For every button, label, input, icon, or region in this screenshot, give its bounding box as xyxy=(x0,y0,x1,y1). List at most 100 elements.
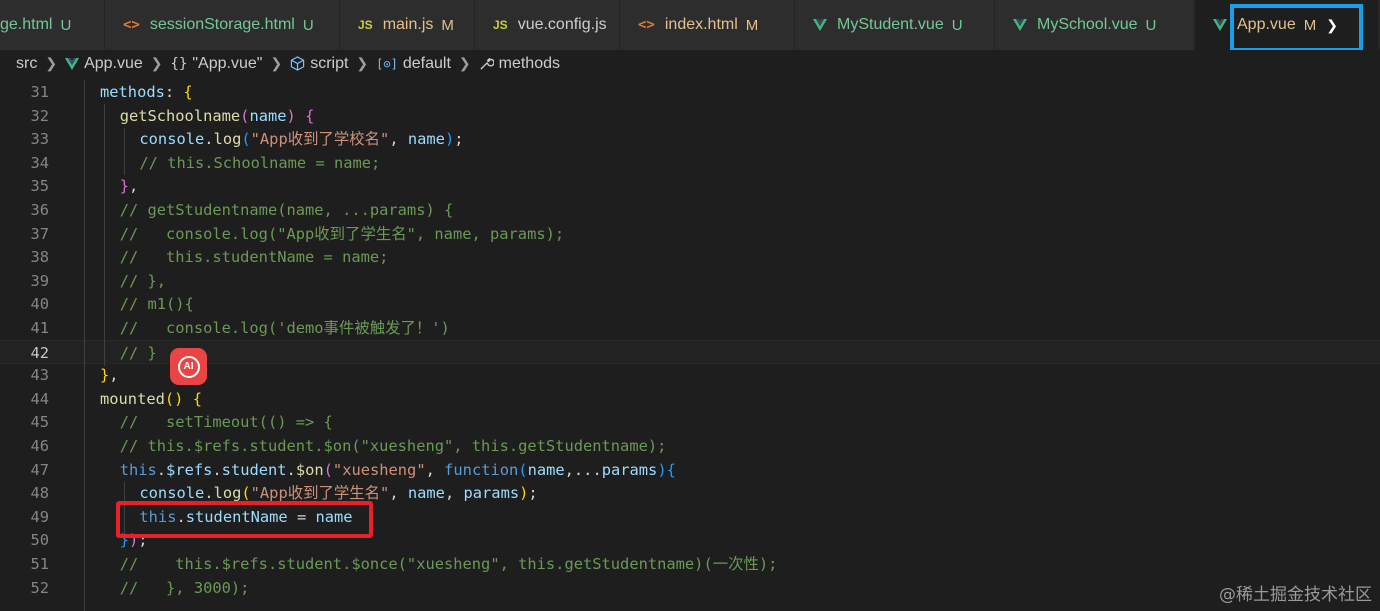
line-number: 47 xyxy=(30,460,49,479)
breadcrumb-default[interactable]: [⊙] default xyxy=(376,55,451,73)
code-line[interactable]: 36 // getStudentname(name, ...params) { xyxy=(0,198,1380,222)
breadcrumb-src[interactable]: src xyxy=(16,55,37,73)
editor-tab-bar: ge.html U <> sessionStorage.html U JS main.js M… xyxy=(0,0,1380,50)
code-token: } xyxy=(119,177,129,196)
code-token: "App收到了学校名" xyxy=(250,130,390,149)
tab-myschool-vue[interactable]: MySchool.vue U xyxy=(995,0,1195,50)
ai-assistant-button[interactable]: AI xyxy=(170,348,207,385)
code-line[interactable]: 40 // m1(){ xyxy=(0,292,1380,316)
git-status-badge: U xyxy=(60,16,72,34)
code-token: . xyxy=(286,460,296,479)
code-token: . xyxy=(204,484,214,503)
code-line[interactable]: 34 // this.Schoolname = name; xyxy=(0,151,1380,175)
code-line[interactable]: 42 // } xyxy=(0,339,1380,364)
ai-icon: AI xyxy=(177,355,200,378)
code-line[interactable]: 51 // this.$refs.student.$once("xuesheng"… xyxy=(0,552,1380,576)
indent-guide xyxy=(124,128,125,175)
code-token: ( xyxy=(518,460,528,479)
cube-icon xyxy=(290,56,305,71)
code-token: // }, 3000); xyxy=(119,578,250,597)
breadcrumb-module[interactable]: {} "App.vue" xyxy=(171,55,263,73)
code-line[interactable]: 32 getSchoolname(name) { xyxy=(0,104,1380,128)
code-text: console.log("App收到了学生名", name, params); xyxy=(139,481,537,505)
code-token: , xyxy=(444,484,464,503)
code-token: . xyxy=(204,130,214,149)
code-text: this.$refs.student.$on("xuesheng", funct… xyxy=(120,458,676,482)
code-token: () xyxy=(164,389,184,408)
tab-label: index.html xyxy=(664,16,738,33)
code-text: // console.log('demo事件被触发了！') xyxy=(120,316,450,340)
git-status-badge: M xyxy=(1303,16,1317,34)
code-line[interactable]: 31 methods: { xyxy=(0,80,1380,104)
chevron-right-icon: ❯ xyxy=(270,55,283,71)
code-token: params xyxy=(463,484,520,503)
tab-vue-config-js[interactable]: JS vue.config.js xyxy=(475,0,620,50)
code-text: // this.Schoolname = name; xyxy=(139,151,380,175)
code-token: // this.Schoolname = name; xyxy=(139,153,381,172)
html-file-icon: <> xyxy=(638,17,655,33)
code-token: ( xyxy=(241,484,251,503)
vue-file-icon xyxy=(1013,19,1027,31)
code-line[interactable]: 33 console.log("App收到了学校名", name); xyxy=(0,127,1380,151)
tab-app-vue[interactable]: App.vue M ❯ xyxy=(1195,0,1379,50)
code-text: // }, xyxy=(120,269,166,293)
chevron-right-icon: ❯ xyxy=(458,55,471,71)
git-status-badge: M xyxy=(745,16,759,34)
code-line[interactable]: 52 // }, 3000); xyxy=(0,576,1380,600)
code-token: function xyxy=(444,460,519,479)
tab-index-html[interactable]: <> index.html M xyxy=(620,0,795,50)
git-status-badge: M xyxy=(441,16,454,34)
code-token: // getStudentname(name, ...params) { xyxy=(119,201,454,219)
indent-guide xyxy=(104,104,105,366)
tab-sessionstorage-html[interactable]: <> sessionStorage.html U xyxy=(105,0,340,50)
code-line[interactable]: 48 console.log("App收到了学生名", name, params)… xyxy=(0,481,1380,505)
code-line[interactable]: 35}, xyxy=(0,174,1380,198)
code-line[interactable]: 50}); xyxy=(0,528,1380,552)
breadcrumb-methods-label: methods xyxy=(498,54,560,72)
line-number: 35 xyxy=(30,177,49,196)
breadcrumb-script[interactable]: script xyxy=(290,55,348,73)
tab-scroll-right-icon[interactable]: ❯ xyxy=(1326,17,1338,34)
html-file-icon: <> xyxy=(123,17,140,33)
line-number: 36 xyxy=(30,201,49,219)
line-number: 51 xyxy=(30,555,49,573)
code-token: { xyxy=(305,106,315,125)
code-token: ( xyxy=(241,130,251,149)
code-token: console xyxy=(139,484,205,503)
code-line[interactable]: 44 mounted() { xyxy=(0,387,1380,411)
code-token: methods xyxy=(100,83,165,101)
tab-label: App.vue xyxy=(1237,16,1296,33)
line-number: 41 xyxy=(30,319,49,337)
indent-guide xyxy=(124,482,125,537)
line-number: 37 xyxy=(30,224,49,243)
tab-label: sessionStorage.html xyxy=(149,16,295,33)
code-token: log xyxy=(213,130,242,149)
code-token: mounted xyxy=(100,389,165,408)
code-line[interactable]: 43}, xyxy=(0,363,1380,387)
tab-label: vue.config.js xyxy=(517,16,607,33)
code-line[interactable]: 49 this.studentName = name xyxy=(0,505,1380,529)
line-number: 52 xyxy=(30,578,49,597)
line-number: 48 xyxy=(30,484,49,503)
code-token: name xyxy=(407,130,445,149)
line-number: 38 xyxy=(30,248,49,267)
code-line[interactable]: 39 // }, xyxy=(0,269,1380,293)
code-line[interactable]: 46 // this.$refs.student.$on("xuesheng", … xyxy=(0,434,1380,458)
git-status-badge: U xyxy=(302,16,314,34)
breadcrumb-file[interactable]: App.vue xyxy=(65,55,143,73)
code-editor[interactable]: 31 methods: {32 getSchoolname(name) {33 con… xyxy=(0,80,1380,611)
breadcrumb-methods[interactable]: methods xyxy=(479,55,560,73)
code-line[interactable]: 45 // setTimeout(() => { xyxy=(0,410,1380,434)
object-brackets-icon: [⊙] xyxy=(376,56,398,71)
code-line[interactable]: 47 this.$refs.student.$on("xuesheng", fun… xyxy=(0,458,1380,482)
tab-main-js[interactable]: JS main.js M xyxy=(340,0,475,50)
code-token: $on xyxy=(295,460,324,479)
code-line[interactable]: 41 // console.log('demo事件被触发了！') xyxy=(0,316,1380,340)
code-line[interactable]: 37 // console.log("App收到了学生名", name, para… xyxy=(0,222,1380,246)
tab-mystudent-vue[interactable]: MyStudent.vue U xyxy=(795,0,995,50)
code-token: "App收到了学生名" xyxy=(250,484,390,503)
tab-ge-html[interactable]: ge.html U xyxy=(0,0,105,50)
line-number: 43 xyxy=(30,366,49,385)
code-line[interactable]: 38 // this.studentName = name; xyxy=(0,245,1380,269)
code-token: , xyxy=(425,460,445,479)
